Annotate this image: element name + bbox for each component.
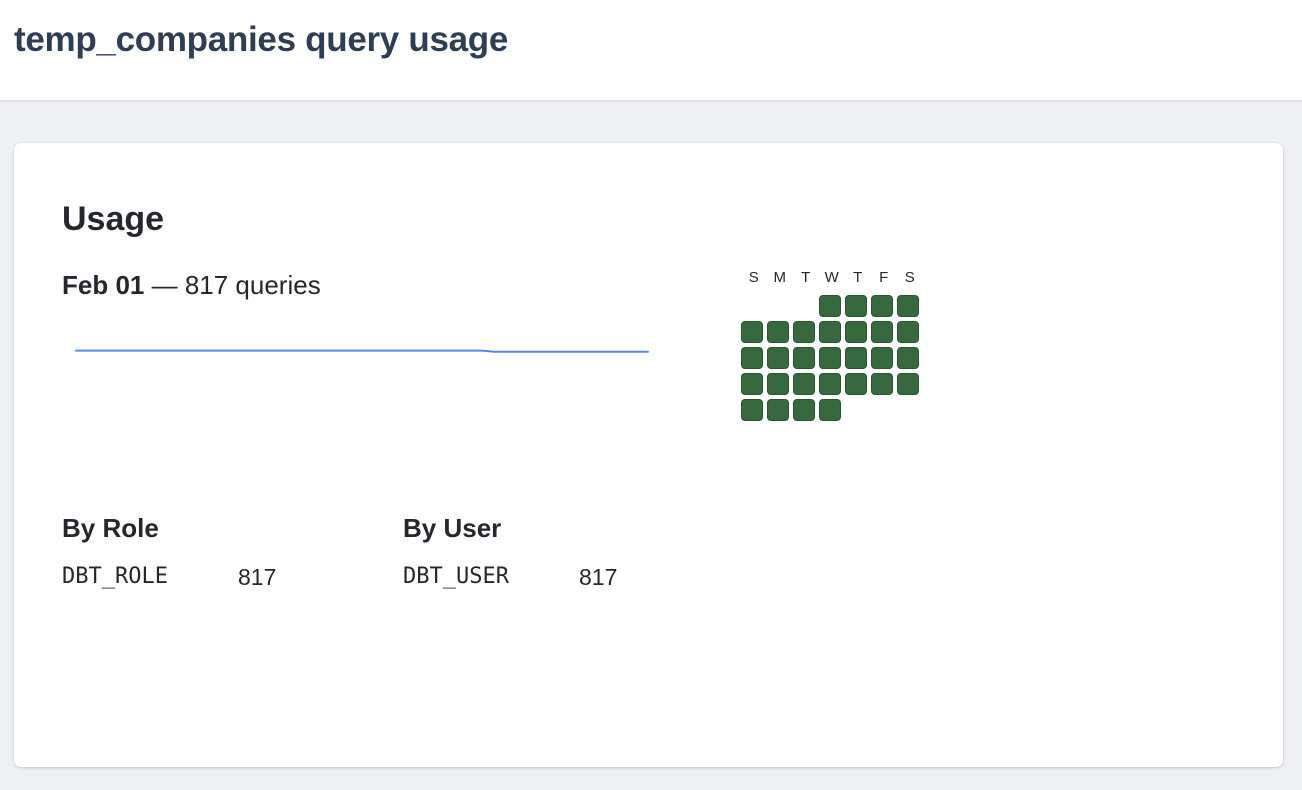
calendar-day-cell[interactable] [871,321,893,343]
calendar-day-cell[interactable] [741,373,763,395]
calendar-day-cell[interactable] [767,321,789,343]
calendar-week [741,371,923,397]
calendar-week [741,293,923,319]
by-role-row: DBT_ROLE 817 [62,564,276,591]
calendar-week [741,397,923,423]
calendar-day-cell[interactable] [845,295,867,317]
calendar-day-cell[interactable] [793,399,815,421]
calendar-empty-cell [767,295,789,317]
calendar-day-cell[interactable] [819,347,841,369]
calendar-day-cell[interactable] [845,347,867,369]
usage-summary: Feb 01 — 817 queries [62,270,321,301]
by-user-title: By User [403,513,502,543]
calendar-week [741,345,923,371]
calendar-day-cell[interactable] [819,295,841,317]
calendar-weeks [741,293,923,423]
usage-sparkline[interactable] [74,333,654,373]
calendar-day-cell[interactable] [819,321,841,343]
calendar-day-labels: SMTWTFS [741,269,923,293]
calendar-day-cell[interactable] [897,373,919,395]
usage-card: Usage Feb 01 — 817 queries SMTWTFS By Ro… [14,143,1283,767]
usage-calendar: SMTWTFS [741,269,923,423]
calendar-empty-cell [845,399,867,421]
day-label: S [748,269,760,286]
calendar-day-cell[interactable] [845,373,867,395]
day-label: T [801,269,811,286]
day-label: T [853,269,863,286]
user-count: 817 [579,564,618,590]
page-header: temp_companies query usage [0,0,1302,102]
day-label: W [824,269,840,286]
calendar-day-cell[interactable] [741,399,763,421]
calendar-day-cell[interactable] [767,373,789,395]
summary-date: Feb 01 [62,270,145,300]
calendar-empty-cell [793,295,815,317]
calendar-day-cell[interactable] [871,295,893,317]
role-count: 817 [238,564,277,590]
by-user-section: By User DBT_USER 817 [403,513,617,591]
day-label: F [879,269,889,286]
calendar-day-cell[interactable] [819,399,841,421]
role-name: DBT_ROLE [62,564,168,589]
user-name: DBT_USER [403,564,509,589]
calendar-day-cell[interactable] [819,373,841,395]
calendar-empty-cell [871,399,893,421]
calendar-day-cell[interactable] [767,347,789,369]
calendar-day-cell[interactable] [871,347,893,369]
day-label: M [773,269,787,286]
calendar-day-cell[interactable] [897,321,919,343]
calendar-day-cell[interactable] [793,321,815,343]
usage-title: Usage [62,200,165,238]
by-role-section: By Role DBT_ROLE 817 [62,513,276,591]
calendar-day-cell[interactable] [793,347,815,369]
calendar-week [741,319,923,345]
summary-count: 817 queries [184,270,321,300]
calendar-empty-cell [897,399,919,421]
calendar-day-cell[interactable] [767,399,789,421]
calendar-day-cell[interactable] [897,295,919,317]
sparkline-line [75,349,649,353]
calendar-day-cell[interactable] [741,347,763,369]
calendar-day-cell[interactable] [871,373,893,395]
calendar-day-cell[interactable] [741,321,763,343]
by-user-row: DBT_USER 817 [403,564,617,591]
calendar-day-cell[interactable] [793,373,815,395]
day-label: S [904,269,916,286]
calendar-day-cell[interactable] [897,347,919,369]
by-role-title: By Role [62,513,159,543]
summary-separator: — [144,270,185,300]
calendar-empty-cell [741,295,763,317]
calendar-day-cell[interactable] [845,321,867,343]
page-title: temp_companies query usage [14,20,509,59]
